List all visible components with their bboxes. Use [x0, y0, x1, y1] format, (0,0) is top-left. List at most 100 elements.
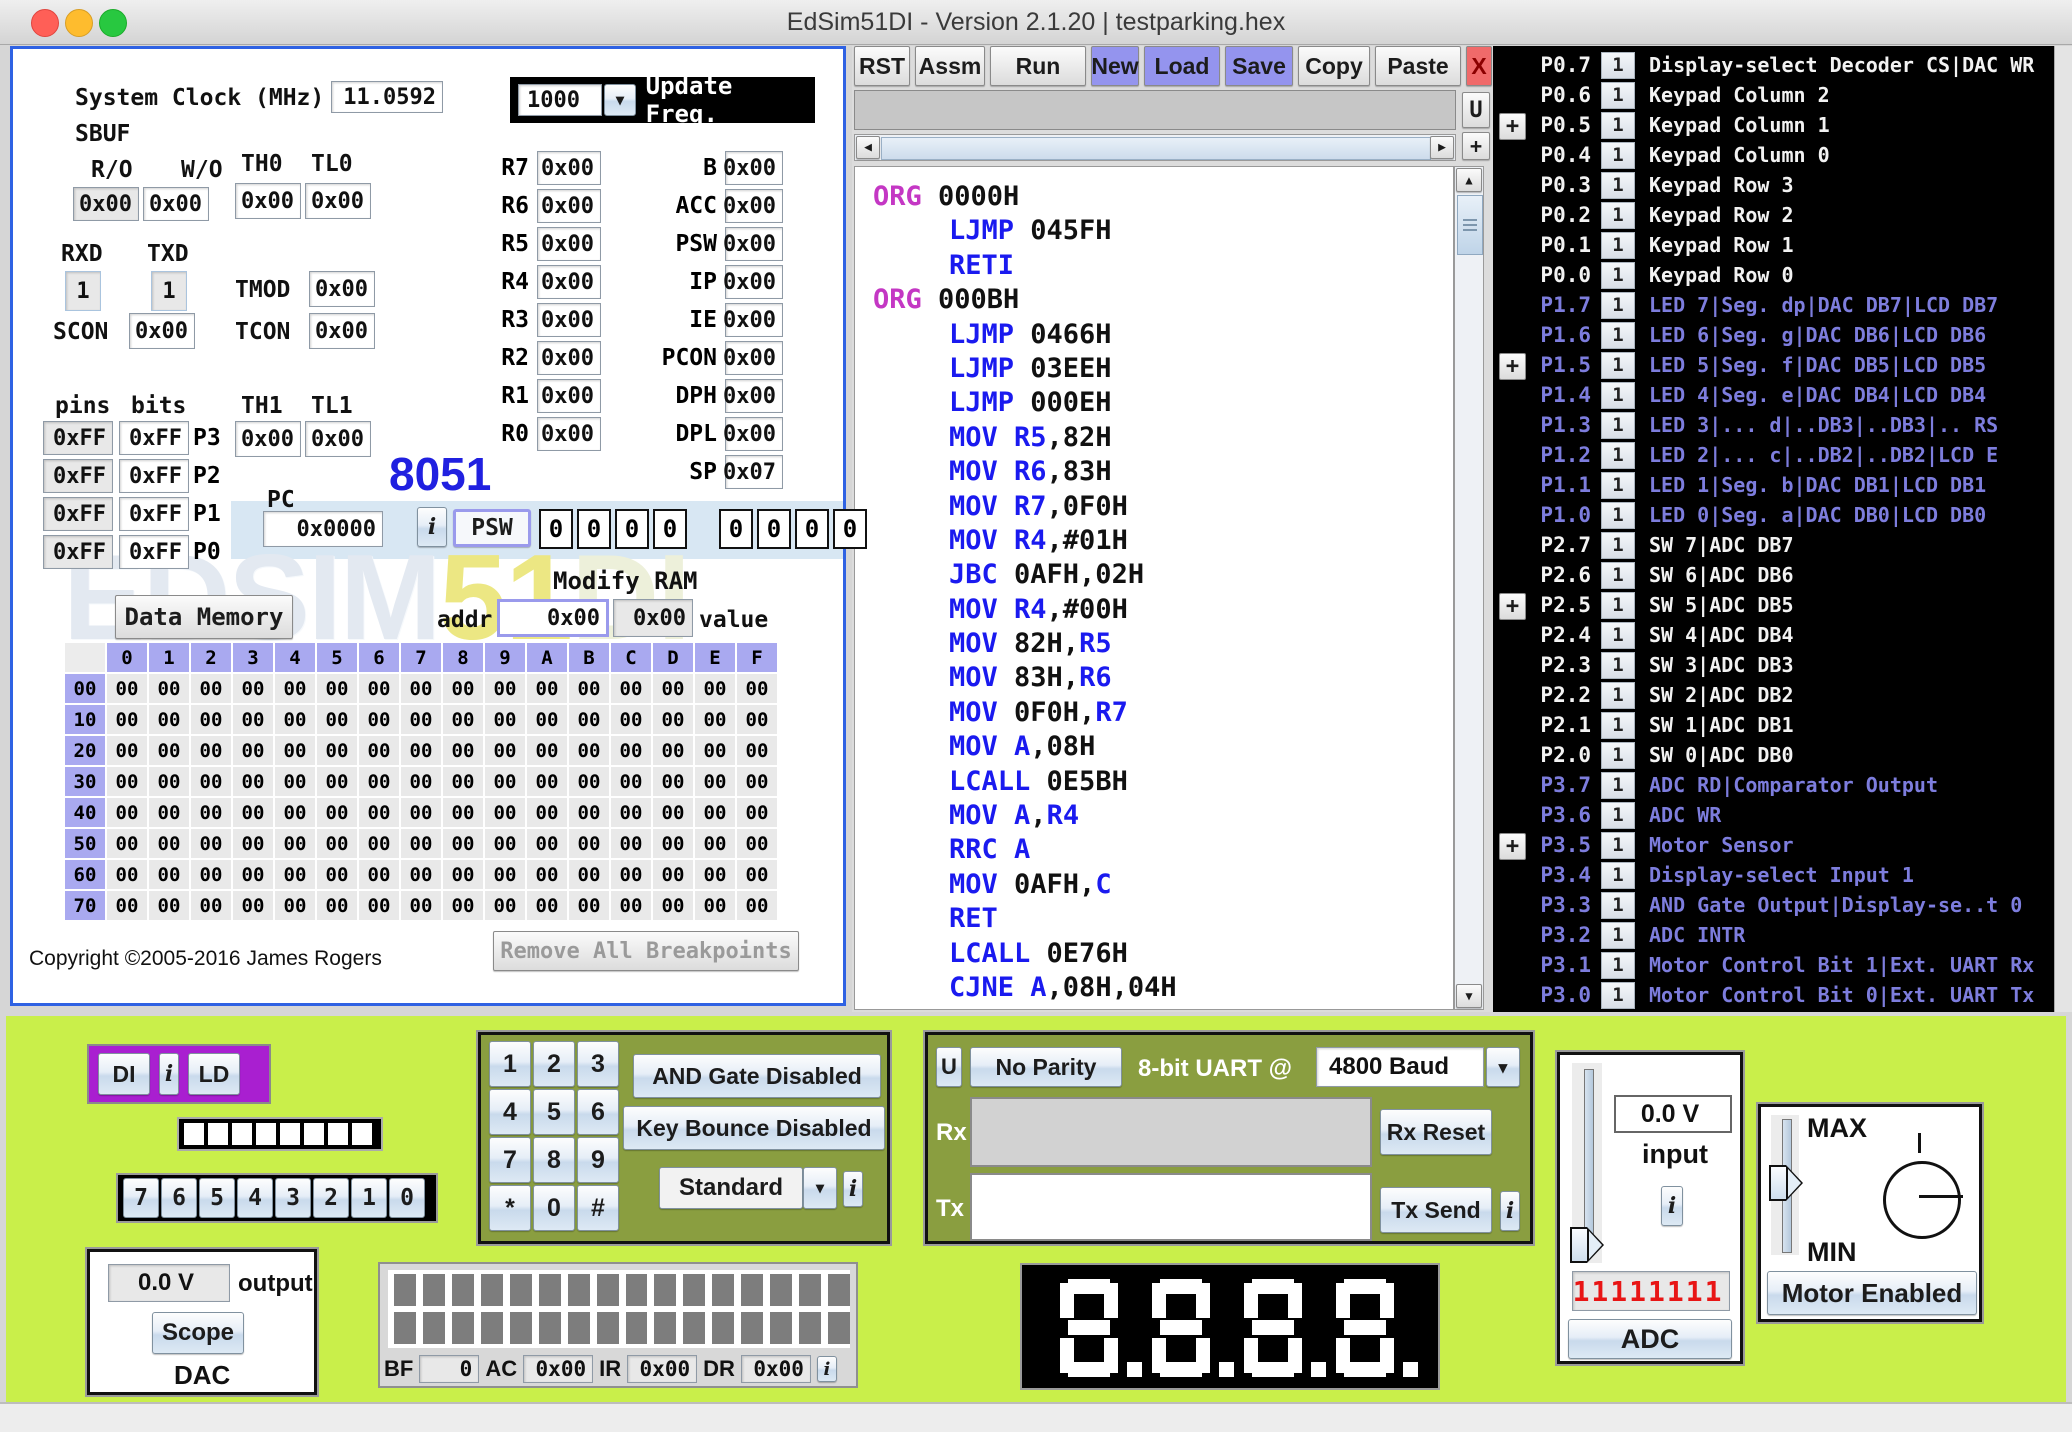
memory-cell[interactable]: 00	[611, 860, 651, 889]
memory-cell[interactable]: 00	[149, 674, 189, 703]
memory-cell[interactable]: 00	[569, 736, 609, 765]
memory-cell[interactable]: 00	[317, 860, 357, 889]
memory-cell[interactable]: 00	[695, 798, 735, 827]
memory-cell[interactable]: 00	[191, 767, 231, 796]
memory-cell[interactable]: 00	[527, 736, 567, 765]
port-pin-value[interactable]: 1	[1601, 892, 1635, 919]
system-clock-field[interactable]: 11.0592	[331, 81, 443, 113]
port-pin-value[interactable]: 1	[1601, 562, 1635, 589]
memory-cell[interactable]: 00	[233, 860, 273, 889]
switch-button[interactable]: 5	[199, 1178, 235, 1218]
code-line[interactable]: MOV 0F0H,R7	[873, 697, 1453, 731]
memory-cell[interactable]: 00	[317, 736, 357, 765]
memory-cell[interactable]: 00	[401, 767, 441, 796]
switch-button[interactable]: 7	[123, 1178, 159, 1218]
memory-cell[interactable]: 00	[107, 674, 147, 703]
memory-cell[interactable]: 00	[401, 736, 441, 765]
sfr-field[interactable]: 0x00	[725, 341, 783, 375]
memory-cell[interactable]: 00	[527, 798, 567, 827]
memory-cell[interactable]: 00	[149, 705, 189, 734]
memory-cell[interactable]: 00	[191, 798, 231, 827]
port-pin-value[interactable]: 1	[1601, 742, 1635, 769]
code-line[interactable]: JBC 0AFH,02H	[873, 559, 1453, 593]
memory-cell[interactable]: 00	[569, 829, 609, 858]
memory-cell[interactable]: 00	[485, 736, 525, 765]
register-field[interactable]: 0x00	[537, 265, 601, 299]
memory-cell[interactable]: 00	[737, 674, 777, 703]
port-pin-value[interactable]: 1	[1601, 862, 1635, 889]
memory-cell[interactable]: 00	[695, 860, 735, 889]
code-line[interactable]: CJNE A,08H,04H	[873, 972, 1453, 1006]
memory-cell[interactable]: 00	[191, 860, 231, 889]
memory-cell[interactable]: 00	[485, 891, 525, 920]
memory-cell[interactable]: 00	[653, 674, 693, 703]
memory-cell[interactable]: 00	[485, 860, 525, 889]
memory-cell[interactable]: 00	[443, 736, 483, 765]
code-line[interactable]: LJMP 03EEH	[873, 353, 1453, 387]
memory-cell[interactable]: 00	[107, 767, 147, 796]
vertical-scroll-thumb[interactable]	[1457, 195, 1483, 255]
memory-cell[interactable]: 00	[317, 705, 357, 734]
memory-cell[interactable]: 00	[653, 798, 693, 827]
code-line[interactable]: MOV R4,#01H	[873, 525, 1453, 559]
switch-button[interactable]: 0	[389, 1178, 425, 1218]
switch-button[interactable]: 3	[275, 1178, 311, 1218]
new-button[interactable]: New	[1091, 46, 1139, 86]
switch-button[interactable]: 1	[351, 1178, 387, 1218]
memory-cell[interactable]: 00	[401, 674, 441, 703]
tl1-field[interactable]: 0x00	[305, 421, 371, 457]
port-pin-value[interactable]: 1	[1601, 322, 1635, 349]
memory-cell[interactable]: 00	[653, 736, 693, 765]
lcd-info-button[interactable]: i	[817, 1356, 837, 1382]
memory-cell[interactable]: 00	[527, 674, 567, 703]
expand-p2-button[interactable]: +	[1499, 593, 1526, 620]
port-pin-value[interactable]: 1	[1601, 772, 1635, 799]
memory-cell[interactable]: 00	[611, 736, 651, 765]
switch-button[interactable]: 4	[237, 1178, 273, 1218]
memory-cell[interactable]: 00	[443, 674, 483, 703]
motor-enabled-button[interactable]: Motor Enabled	[1767, 1271, 1977, 1315]
memory-cell[interactable]: 00	[233, 829, 273, 858]
memory-cell[interactable]: 00	[107, 736, 147, 765]
port-pin-value[interactable]: 1	[1601, 142, 1635, 169]
tcon-field[interactable]: 0x00	[309, 313, 375, 349]
memory-cell[interactable]: 00	[233, 891, 273, 920]
memory-cell[interactable]: 00	[275, 705, 315, 734]
code-line[interactable]: ORG 0000H	[873, 181, 1453, 215]
port-pin-value[interactable]: 1	[1601, 352, 1635, 379]
rx-reset-button[interactable]: Rx Reset	[1380, 1109, 1492, 1155]
memory-cell[interactable]: 00	[233, 767, 273, 796]
memory-cell[interactable]: 00	[317, 674, 357, 703]
memory-cell[interactable]: 00	[275, 736, 315, 765]
memory-cell[interactable]: 00	[233, 798, 273, 827]
memory-cell[interactable]: 00	[527, 860, 567, 889]
register-field[interactable]: 0x00	[537, 227, 601, 261]
port-pin-value[interactable]: 1	[1601, 232, 1635, 259]
memory-cell[interactable]: 00	[149, 736, 189, 765]
memory-cell[interactable]: 00	[653, 891, 693, 920]
memory-cell[interactable]: 00	[611, 767, 651, 796]
assemble-button[interactable]: Assm	[915, 46, 985, 86]
port-bits-field[interactable]: 0xFF	[119, 497, 189, 531]
memory-cell[interactable]: 00	[149, 798, 189, 827]
psw-info-button[interactable]: i	[417, 507, 447, 547]
memory-cell[interactable]: 00	[611, 674, 651, 703]
memory-cell[interactable]: 00	[737, 798, 777, 827]
memory-cell[interactable]: 00	[401, 860, 441, 889]
pc-field[interactable]: 0x0000	[263, 511, 383, 547]
memory-cell[interactable]: 00	[107, 798, 147, 827]
keypad-key[interactable]: 8	[533, 1137, 575, 1183]
code-line[interactable]: RETI	[873, 250, 1453, 284]
code-line[interactable]: MOV 0AFH,C	[873, 869, 1453, 903]
keypad-key[interactable]: 9	[577, 1137, 619, 1183]
load-button[interactable]: Load	[1144, 46, 1220, 86]
port-pin-value[interactable]: 1	[1601, 112, 1635, 139]
memory-cell[interactable]: 00	[149, 829, 189, 858]
memory-cell[interactable]: 00	[149, 860, 189, 889]
port-pin-value[interactable]: 1	[1601, 712, 1635, 739]
psw-bit-box[interactable]: 0	[577, 509, 611, 549]
horizontal-scroll-thumb[interactable]	[881, 137, 1431, 160]
code-line[interactable]: MOV A,#01H	[873, 1006, 1453, 1010]
register-field[interactable]: 0x00	[537, 417, 601, 451]
memory-cell[interactable]: 00	[485, 829, 525, 858]
